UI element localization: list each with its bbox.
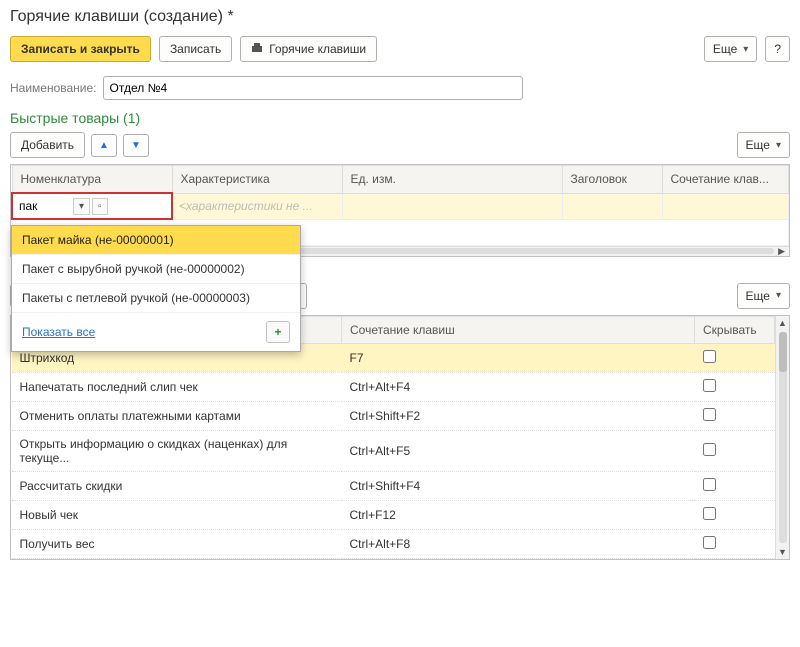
table-row[interactable]: Напечатать последний слип чекCtrl+Alt+F4	[12, 372, 775, 401]
cmd-hide-cell[interactable]	[695, 343, 775, 372]
nomenclature-dropdown: Пакет майка (не-00000001) Пакет с вырубн…	[11, 225, 301, 352]
print-hotkeys-label: Горячие клавиши	[269, 42, 366, 56]
cmd-key-cell[interactable]: Ctrl+Alt+F8	[342, 529, 695, 558]
col-characteristic[interactable]: Характеристика	[172, 166, 342, 194]
scroll-up-icon[interactable]: ▲	[778, 316, 787, 330]
cmd-hide-cell[interactable]	[695, 471, 775, 500]
char-placeholder: <характеристики не ...	[179, 199, 313, 213]
cmd-name-cell[interactable]: Рассчитать скидки	[12, 471, 342, 500]
chevron-down-icon: ▾	[743, 44, 748, 55]
cmd-hide-cell[interactable]	[695, 372, 775, 401]
fast-goods-table-wrap: Номенклатура Характеристика Ед. изм. Заг…	[10, 164, 790, 257]
cmd-name-cell[interactable]: Напечатать последний слип чек	[12, 372, 342, 401]
add-new-button[interactable]: +	[266, 321, 290, 343]
col-nomenclature[interactable]: Номенклатура	[12, 166, 172, 194]
name-field-row: Наименование:	[10, 76, 790, 100]
col-shortcut[interactable]: Сочетание клав...	[662, 166, 789, 194]
move-down-button[interactable]: ▼	[123, 134, 149, 157]
col-title[interactable]: Заголовок	[562, 166, 662, 194]
cmd-name-cell[interactable]: Отменить оплаты платежными картами	[12, 401, 342, 430]
dropdown-item[interactable]: Пакеты с петлевой ручкой (не-00000003)	[12, 284, 300, 313]
show-all-link[interactable]: Показать все	[22, 325, 95, 339]
dropdown-item[interactable]: Пакет майка (не-00000001)	[12, 226, 300, 255]
fast-more-button[interactable]: Еще ▾	[737, 132, 790, 158]
cmd-hide-cell[interactable]	[695, 401, 775, 430]
col-shortcut[interactable]: Сочетание клавиш	[342, 316, 695, 343]
cmd-more-label: Еще	[746, 289, 770, 303]
move-up-button[interactable]: ▲	[91, 134, 117, 157]
dropdown-toggle-button[interactable]: ▾	[73, 198, 90, 215]
chevron-down-icon: ▾	[776, 290, 781, 301]
cmd-more-button[interactable]: Еще ▾	[737, 283, 790, 309]
hide-checkbox[interactable]	[703, 350, 716, 363]
cmd-key-cell[interactable]: Ctrl+Alt+F5	[342, 430, 695, 471]
cmd-name-cell[interactable]: Открыть информацию о скидках (наценках) …	[12, 430, 342, 471]
col-hide[interactable]: Скрывать	[695, 316, 775, 343]
name-input[interactable]	[103, 76, 523, 100]
cmd-hide-cell[interactable]	[695, 430, 775, 471]
cmd-key-cell[interactable]: F7	[342, 343, 695, 372]
hide-checkbox[interactable]	[703, 443, 716, 456]
hide-checkbox[interactable]	[703, 536, 716, 549]
table-row[interactable]: ▾ ▫ <характеристики не ...	[12, 193, 789, 219]
save-button[interactable]: Записать	[159, 36, 232, 62]
nomenclature-edit-cell[interactable]: ▾ ▫	[12, 193, 172, 219]
title-cell[interactable]	[562, 193, 662, 219]
cmd-key-cell[interactable]: Ctrl+F12	[342, 500, 695, 529]
print-icon	[251, 43, 263, 55]
scroll-down-icon[interactable]: ▼	[778, 545, 787, 559]
add-button[interactable]: Добавить	[10, 132, 85, 158]
chevron-down-icon: ▾	[776, 140, 781, 151]
cmd-name-cell[interactable]: Получить вес	[12, 529, 342, 558]
open-button[interactable]: ▫	[92, 198, 108, 215]
scroll-right-icon[interactable]: ▶	[778, 246, 785, 257]
shortcut-cell[interactable]	[662, 193, 789, 219]
hide-checkbox[interactable]	[703, 478, 716, 491]
v-scrollbar[interactable]: ▲ ▼	[775, 316, 789, 559]
cmd-key-cell[interactable]: Ctrl+Shift+F2	[342, 401, 695, 430]
name-label: Наименование:	[10, 81, 97, 95]
vscroll-track[interactable]	[779, 332, 787, 543]
page-title: Горячие клавиши (создание) *	[10, 8, 790, 26]
help-button[interactable]: ?	[765, 36, 790, 62]
more-label: Еще	[713, 42, 737, 56]
fast-more-label: Еще	[746, 138, 770, 152]
main-toolbar: Записать и закрыть Записать Горячие клав…	[10, 36, 790, 62]
arrow-down-icon: ▼	[131, 140, 141, 151]
hide-checkbox[interactable]	[703, 408, 716, 421]
table-row[interactable]: Отменить оплаты платежными картамиCtrl+S…	[12, 401, 775, 430]
save-and-close-button[interactable]: Записать и закрыть	[10, 36, 151, 62]
table-row[interactable]: Рассчитать скидкиCtrl+Shift+F4	[12, 471, 775, 500]
table-row[interactable]: Открыть информацию о скидках (наценках) …	[12, 430, 775, 471]
more-button[interactable]: Еще ▾	[704, 36, 757, 62]
vscroll-thumb[interactable]	[779, 332, 787, 372]
cmd-name-cell[interactable]: Новый чек	[12, 500, 342, 529]
col-unit[interactable]: Ед. изм.	[342, 166, 562, 194]
print-hotkeys-button[interactable]: Горячие клавиши	[240, 36, 377, 62]
table-row[interactable]: Новый чекCtrl+F12	[12, 500, 775, 529]
table-row[interactable]: Получить весCtrl+Alt+F8	[12, 529, 775, 558]
unit-cell[interactable]	[342, 193, 562, 219]
fast-goods-toolbar: Добавить ▲ ▼ Еще ▾	[10, 132, 790, 158]
characteristic-cell[interactable]: <характеристики не ...	[172, 193, 342, 219]
cmd-hide-cell[interactable]	[695, 500, 775, 529]
arrow-up-icon: ▲	[99, 140, 109, 151]
cmd-key-cell[interactable]: Ctrl+Shift+F4	[342, 471, 695, 500]
dropdown-footer: Показать все +	[12, 313, 300, 351]
cmd-key-cell[interactable]: Ctrl+Alt+F4	[342, 372, 695, 401]
dropdown-item[interactable]: Пакет с вырубной ручкой (не-00000002)	[12, 255, 300, 284]
nomenclature-search-input[interactable]	[13, 195, 73, 217]
hide-checkbox[interactable]	[703, 507, 716, 520]
cmd-hide-cell[interactable]	[695, 529, 775, 558]
hide-checkbox[interactable]	[703, 379, 716, 392]
fast-goods-title: Быстрые товары (1)	[10, 110, 790, 126]
